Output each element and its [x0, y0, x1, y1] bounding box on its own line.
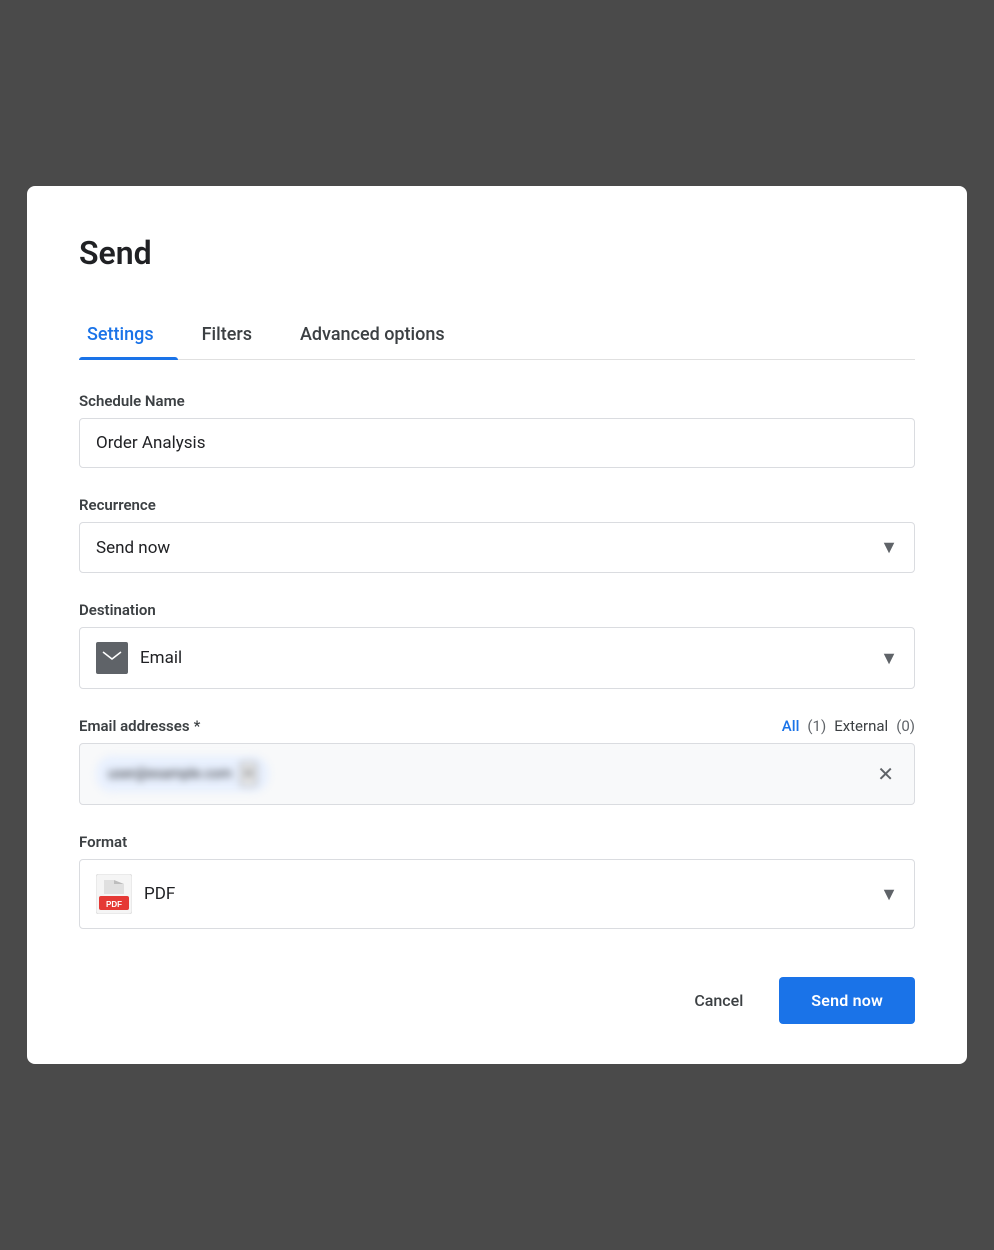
email-chip: user@example.com ✕: [96, 756, 269, 792]
chip-close-button[interactable]: ✕: [240, 762, 257, 786]
filter-all-label[interactable]: All: [782, 717, 800, 735]
schedule-name-input[interactable]: [79, 418, 915, 468]
chevron-down-icon: ▼: [880, 648, 898, 669]
dialog-title: Send: [79, 234, 915, 272]
dialog-footer: Cancel Send now: [79, 977, 915, 1024]
tab-settings[interactable]: Settings: [79, 312, 178, 359]
format-field: Format PDF PDF ▼: [79, 833, 915, 929]
recurrence-value: Send now: [96, 538, 170, 558]
email-chip-text: user@example.com: [108, 766, 232, 782]
format-label: Format: [79, 833, 915, 851]
email-addresses-label: Email addresses: [79, 717, 190, 735]
filter-all-count: (1): [807, 717, 826, 735]
cancel-button[interactable]: Cancel: [674, 981, 763, 1020]
destination-label: Destination: [79, 601, 915, 619]
destination-select-left: Email: [96, 642, 182, 674]
recurrence-label: Recurrence: [79, 496, 915, 514]
email-icon: [96, 642, 128, 674]
filter-external-label[interactable]: External: [834, 717, 888, 735]
email-chips-container[interactable]: user@example.com ✕ ✕: [79, 743, 915, 805]
format-select-wrapper: PDF PDF ▼: [79, 859, 915, 929]
destination-select-wrapper: Email ▼: [79, 627, 915, 689]
email-addresses-header: Email addresses * All (1) External (0): [79, 717, 915, 735]
required-asterisk: *: [194, 717, 201, 735]
email-label-left: Email addresses *: [79, 717, 200, 735]
email-filter-right: All (1) External (0): [782, 717, 915, 735]
email-addresses-field: Email addresses * All (1) External (0) u…: [79, 717, 915, 805]
recurrence-select-wrapper: Send now ▼: [79, 522, 915, 573]
destination-field: Destination Email ▼: [79, 601, 915, 689]
schedule-name-field: Schedule Name: [79, 392, 915, 468]
tab-filters[interactable]: Filters: [194, 312, 276, 359]
email-input-area: ✕: [277, 758, 898, 791]
svg-text:PDF: PDF: [106, 900, 122, 909]
recurrence-field: Recurrence Send now ▼: [79, 496, 915, 573]
recurrence-select[interactable]: Send now ▼: [79, 522, 915, 573]
chevron-down-icon: ▼: [880, 884, 898, 905]
tab-bar: Settings Filters Advanced options: [79, 312, 915, 360]
destination-select[interactable]: Email ▼: [79, 627, 915, 689]
send-now-button[interactable]: Send now: [779, 977, 915, 1024]
format-select-left: PDF PDF: [96, 874, 175, 914]
destination-value: Email: [140, 648, 182, 668]
filter-external-count: (0): [896, 717, 915, 735]
format-value: PDF: [144, 884, 175, 904]
format-select[interactable]: PDF PDF ▼: [79, 859, 915, 929]
schedule-name-label: Schedule Name: [79, 392, 915, 410]
send-dialog: Send Settings Filters Advanced options S…: [27, 186, 967, 1064]
clear-email-button[interactable]: ✕: [873, 758, 898, 791]
tab-advanced-options[interactable]: Advanced options: [292, 312, 469, 359]
chevron-down-icon: ▼: [880, 537, 898, 558]
pdf-icon: PDF: [96, 874, 132, 914]
